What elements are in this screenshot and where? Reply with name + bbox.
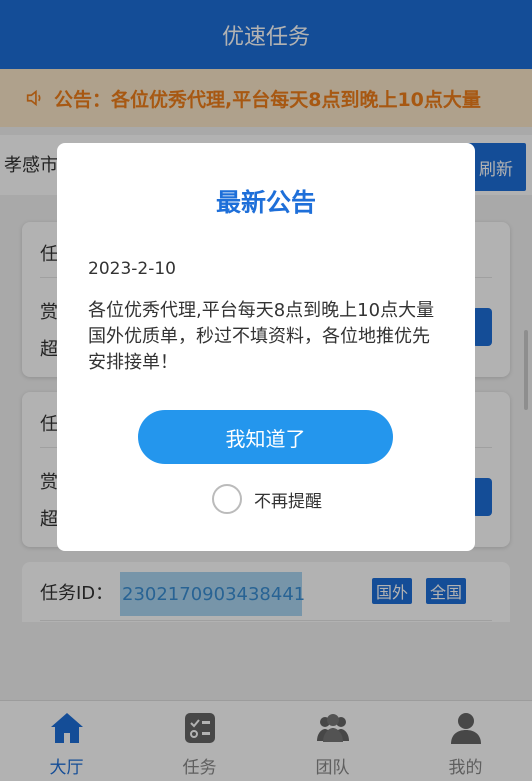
modal-title: 最新公告 — [215, 188, 316, 217]
announcement-date: 2023-2-10 — [88, 259, 176, 279]
dont-remind-checkbox[interactable]: 不再提醒 — [212, 484, 322, 514]
announcement-modal: 最新公告 2023-2-10 各位优秀代理,平台每天8点到晚上10点大量国外优质… — [57, 143, 475, 551]
announcement-body: 各位优秀代理,平台每天8点到晚上10点大量国外优质单，秒过不填资料，各位地推优先… — [88, 300, 435, 373]
radio-circle-icon[interactable] — [212, 484, 242, 514]
dont-remind-label: 不再提醒 — [254, 491, 322, 512]
acknowledge-button[interactable]: 我知道了 — [138, 410, 393, 464]
